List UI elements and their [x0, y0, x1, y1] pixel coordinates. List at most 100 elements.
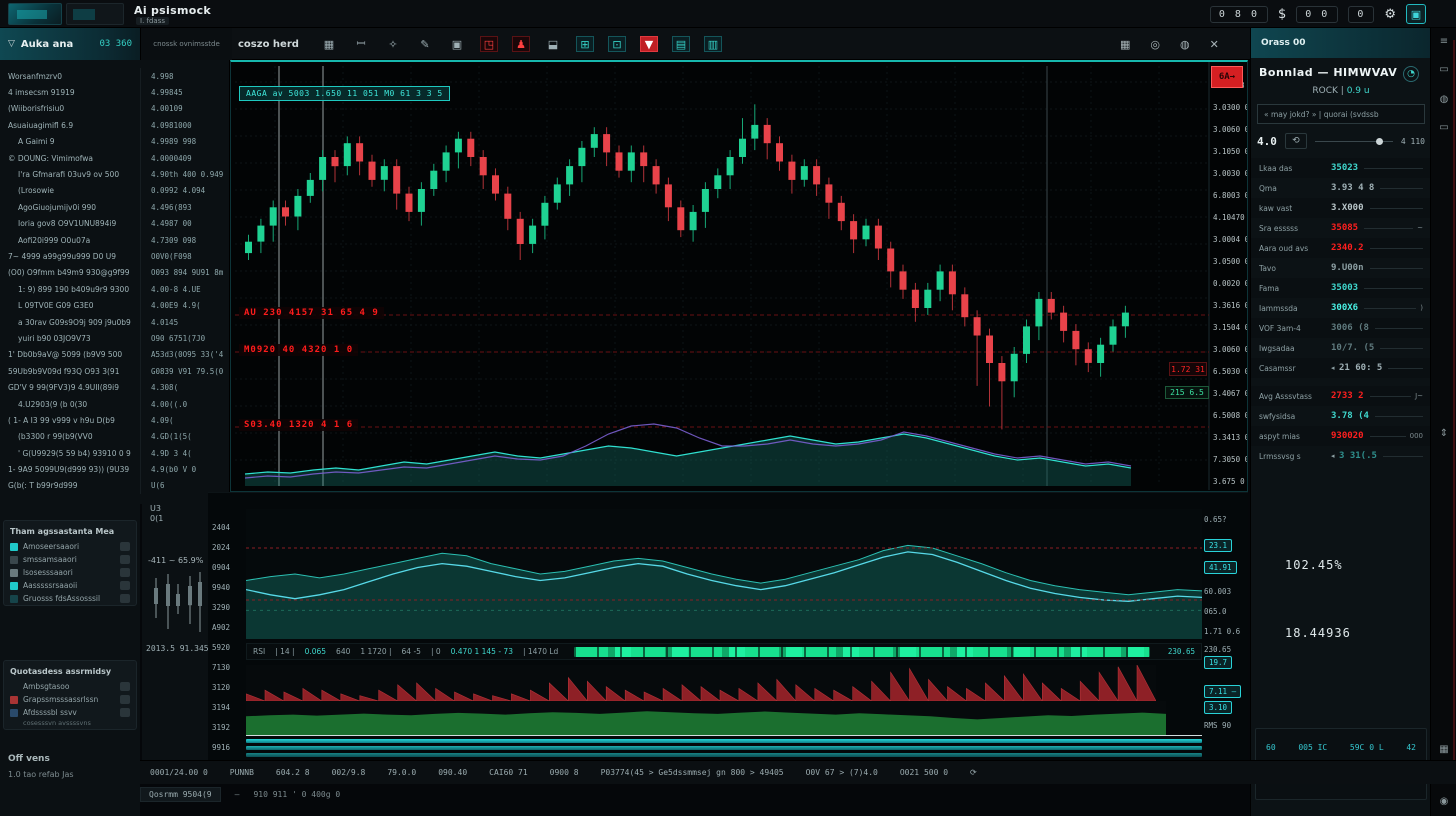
detail-slider-track[interactable]: [1388, 368, 1423, 369]
order-line-label-1[interactable]: AU 230 4157 31 65 4 9: [239, 307, 384, 319]
symbol-row[interactable]: 1- 9A9 5099U9(d999 93)) (9U394.9(b0 V 0: [0, 461, 230, 477]
counter-box-1[interactable]: 0 8 0: [1210, 6, 1268, 23]
detail-slider-track[interactable]: [1370, 396, 1412, 397]
crosshair-icon[interactable]: ✧: [384, 36, 402, 52]
symbol-row[interactable]: (Wiiborisfrisiu04.00109: [0, 101, 230, 117]
symbol-row[interactable]: AgoGiuojumijv0i 9904.496(893: [0, 199, 230, 215]
item-button[interactable]: [120, 542, 130, 551]
card-item[interactable]: Gruosss fdsAssosssil: [4, 592, 136, 605]
detail-prefix-arrow[interactable]: ◂: [1331, 452, 1339, 460]
currency-icon[interactable]: $: [1278, 7, 1286, 22]
card-item[interactable]: Grapssmsssassrlssn: [4, 693, 136, 706]
status-item[interactable]: PUNNB: [230, 768, 254, 777]
symbol-row[interactable]: I'ra Gfmarafi 03uv9 ov 5004.90th 400 0.9…: [0, 166, 230, 182]
detail-slider-track[interactable]: [1370, 248, 1423, 249]
detail-slider-track[interactable]: [1364, 308, 1416, 309]
refresh-icon[interactable]: ⟲: [1285, 133, 1307, 149]
symbol-row[interactable]: 1' Db0b9aV@ 5099 (b9V9 500A53d3(0O95 33(…: [0, 347, 230, 363]
order-line-label-2[interactable]: M0920 40 4320 1 0: [239, 344, 358, 356]
counter-box-2[interactable]: 0 0: [1296, 6, 1338, 23]
symbol-row[interactable]: yuiri b90 03JO9V73O90 6751(7J0: [0, 330, 230, 346]
chart-tab-title[interactable]: coszo herd: [238, 28, 299, 60]
status-item[interactable]: CAI60 71: [489, 768, 528, 777]
detail-slider-track[interactable]: [1380, 188, 1423, 189]
symbol-row[interactable]: Aofi20i999 O0u07a4.7309 098: [0, 232, 230, 248]
layers-icon[interactable]: ▥: [704, 36, 722, 52]
record-toggle-icon[interactable]: ◉: [1437, 796, 1451, 807]
detail-slider-track[interactable]: [1370, 268, 1423, 269]
order-detail-row[interactable]: kaw vast3.X000: [1251, 198, 1431, 218]
order-detail-row[interactable]: Tavo9.U00n: [1251, 258, 1431, 278]
symbol-row[interactable]: 59Ub9b9V09d f93Q O93 3(91G0839 V91 79.5(…: [0, 363, 230, 379]
detail-slider-track[interactable]: [1375, 328, 1423, 329]
status-item[interactable]: 79.0.0: [387, 768, 416, 777]
detail-slider-track[interactable]: [1383, 456, 1423, 457]
indicator-panel[interactable]: 24042024090499403290A9025920713031203194…: [208, 492, 1248, 760]
grid-icon[interactable]: ▦: [320, 36, 338, 52]
indicator-legend-row[interactable]: RSI| 14 |0.0656401 1720 |64 -5| 00.470 1…: [246, 643, 1202, 660]
order-detail-row[interactable]: Aara oud avs2340.2: [1251, 238, 1431, 258]
card-item[interactable]: smssamsaaori: [4, 553, 136, 566]
status-item[interactable]: O021 500 0: [900, 768, 948, 777]
symbol-row[interactable]: (b3300 r 99(b9(VV04.GD(1(5(: [0, 429, 230, 445]
gear-icon[interactable]: ⚙: [1384, 7, 1396, 22]
order-detail-row[interactable]: aspyt mias930020000: [1251, 426, 1431, 446]
close-icon[interactable]: ✕: [1210, 38, 1219, 51]
logo-thumbnail-1[interactable]: [8, 3, 62, 25]
quantity-value[interactable]: 4.0: [1257, 135, 1277, 148]
order-line-label-3[interactable]: S03.40 1320 4 1 6: [239, 419, 358, 431]
quantity-slider[interactable]: [1315, 141, 1393, 142]
alert-icon[interactable]: ▼: [640, 36, 658, 52]
detail-prefix-arrow[interactable]: ◂: [1331, 364, 1339, 372]
panel-toggle-icon-1[interactable]: ▭: [1437, 64, 1451, 75]
sell-icon[interactable]: ◳: [480, 36, 498, 52]
symbol-row[interactable]: (Lrosowie0.0992 4.094: [0, 183, 230, 199]
order-detail-row[interactable]: Qma3.93 4 8: [1251, 178, 1431, 198]
order-detail-row[interactable]: Fama35003: [1251, 278, 1431, 298]
card-item[interactable]: Amoseersaaori: [4, 540, 136, 553]
order-detail-row[interactable]: Lrmssvsg s◂3 31(.5: [1251, 446, 1431, 466]
symbol-row[interactable]: 4 imsecsm 919194.99845: [0, 84, 230, 100]
symbol-row[interactable]: Worsanfmzrv04.998: [0, 68, 230, 84]
symbol-row[interactable]: ( 1- A I3 99 v999 v h9u D(b94.09(: [0, 412, 230, 428]
detail-slider-track[interactable]: [1375, 416, 1423, 417]
card-item[interactable]: Ambsgtasoo: [4, 680, 136, 693]
box-icon[interactable]: ▣: [448, 36, 466, 52]
candles-icon[interactable]: 𝄩: [352, 36, 370, 52]
symbol-row[interactable]: L 09TV0E G09 G3E04.00E9 4.9(: [0, 297, 230, 313]
symbol-row[interactable]: (O0) O9fmm b49m9 930@g9f99O093 894 9U91 …: [0, 265, 230, 281]
order-type-dropdown[interactable]: « may jokd? » | quorai (svdssb: [1257, 104, 1425, 124]
grid-toggle-icon[interactable]: ▦: [1437, 744, 1451, 755]
draw-icon[interactable]: ✎: [416, 36, 434, 52]
minimize-icon[interactable]: ◎: [1150, 38, 1160, 51]
symbol-row[interactable]: 1: 9) 899 190 b409u9r9 93004.00-8 4.UE: [0, 281, 230, 297]
logo-thumbnail-2[interactable]: [66, 3, 124, 25]
detail-slider-track[interactable]: [1370, 436, 1406, 437]
item-button[interactable]: [120, 708, 130, 717]
tile-windows-icon[interactable]: ▦: [1120, 38, 1130, 51]
symbol-row[interactable]: a 30rav G09s9O9j 909 j9u0b94.0145: [0, 314, 230, 330]
detail-slider-track[interactable]: [1364, 168, 1423, 169]
slider-handle[interactable]: [1376, 138, 1383, 145]
symbol-row[interactable]: A Gaimi 94.9989 998: [0, 134, 230, 150]
detail-slider-track[interactable]: [1364, 228, 1413, 229]
order-detail-row[interactable]: Avg Asssvtass2733 2J~: [1251, 386, 1431, 406]
order-detail-row[interactable]: Iwgsadaa10/7. (5: [1251, 338, 1431, 358]
status-item[interactable]: ⟳: [970, 768, 977, 777]
order-detail-row[interactable]: swfysidsa3.78 (4: [1251, 406, 1431, 426]
status-item[interactable]: O0V 67 > (7)4.0: [806, 768, 878, 777]
symbol-row[interactable]: ' G(U9929(5 59 b4) 93910 0 94.9D 3 4(: [0, 445, 230, 461]
market-watch-tab[interactable]: ▽ Auka ana 03 360: [0, 28, 140, 60]
resize-icon[interactable]: ⇕: [1437, 428, 1451, 439]
symbol-info-icon[interactable]: ◔: [1403, 66, 1419, 82]
status-chip[interactable]: Qosrmm 9504(9: [140, 787, 221, 802]
panel-icon[interactable]: ⬓: [544, 36, 562, 52]
item-button[interactable]: [120, 568, 130, 577]
menu-icon[interactable]: ≡: [1437, 36, 1451, 47]
order-detail-row[interactable]: Casamssr◂21 60: 5: [1251, 358, 1431, 378]
candlestick-chart-window[interactable]: 1.00013 03.0300 03.0060 03.1050 03.0030 …: [230, 60, 1248, 492]
order-detail-row[interactable]: Lkaa das35023: [1251, 158, 1431, 178]
detail-slider-track[interactable]: [1380, 348, 1423, 349]
symbol-row[interactable]: 7~ 4999 a99g99u999 D0 U9O0V0(F098: [0, 248, 230, 264]
item-button[interactable]: [120, 682, 130, 691]
